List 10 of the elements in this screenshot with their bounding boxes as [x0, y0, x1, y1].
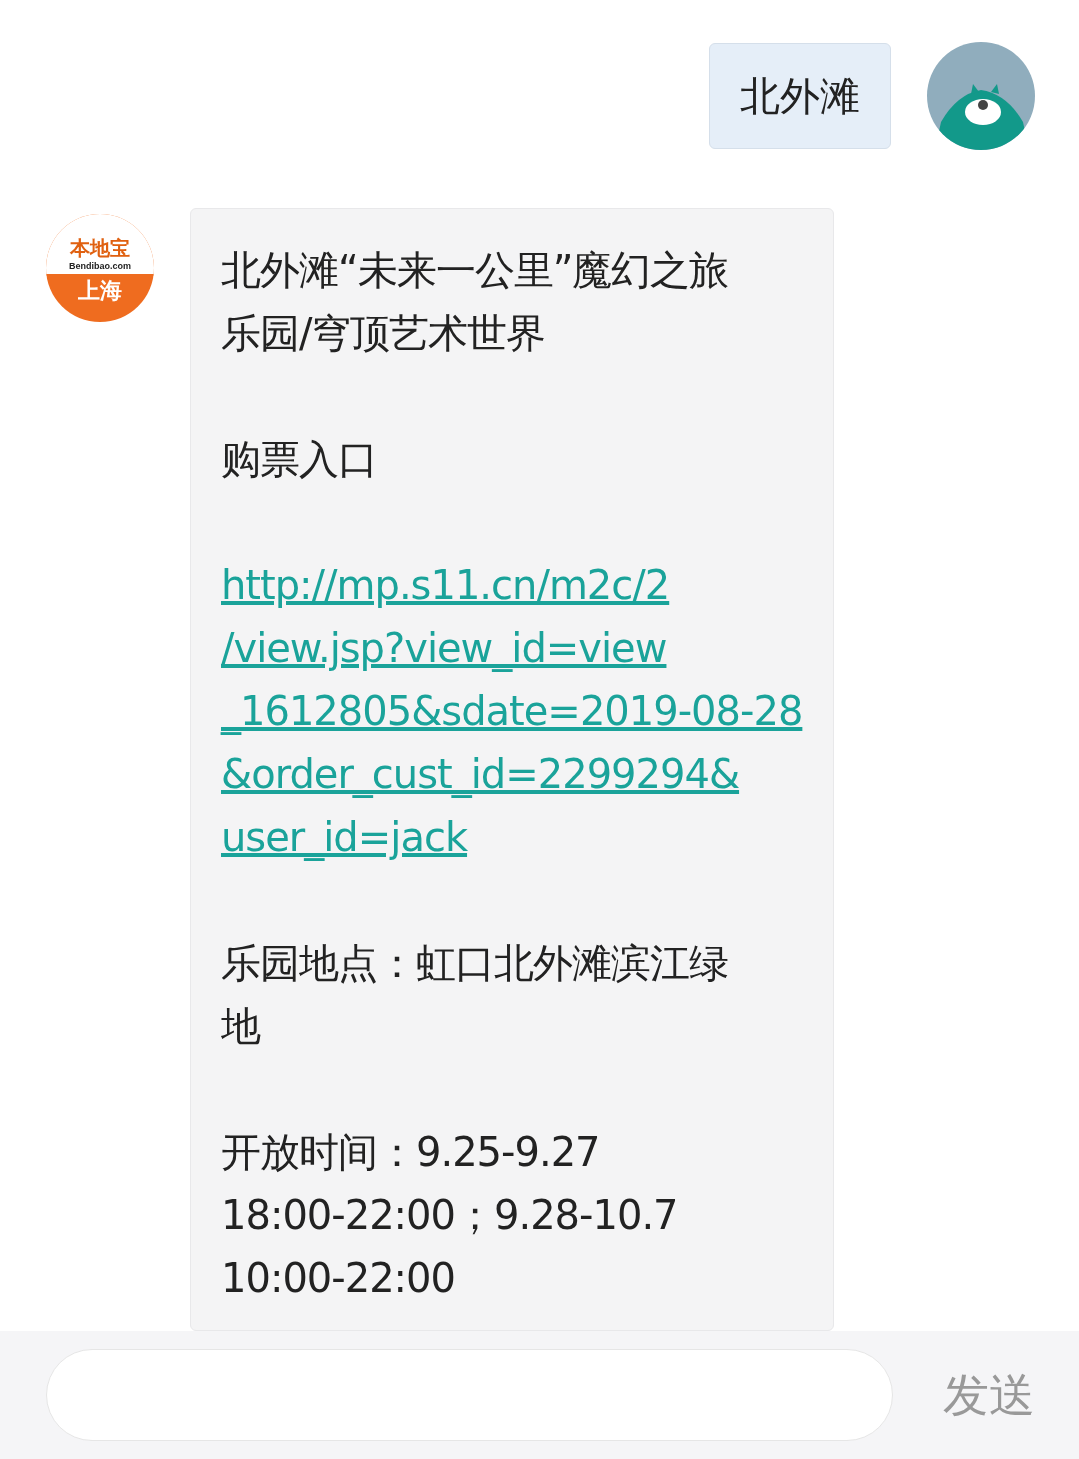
logo-text: 本地宝 — [70, 238, 130, 258]
logo-text: Bendibao.com — [69, 261, 131, 271]
message-text: 购票入口 — [221, 435, 378, 484]
link[interactable]: http://mp.s11.cn/m2c/2 /view.jsp?view_id=view _1612805&sdate=2019-08-28 &order_cust_id=2299294& user_id=jack — [221, 554, 813, 869]
message-text: 乐园地点：虹口北外滩滨江绿 地 — [221, 939, 729, 1051]
message-text: 开放时间：9.25-9.27 18:00-22:00；9.28-10.7 10:00-22:00 — [221, 1128, 679, 1303]
logo-text: 上海 — [78, 280, 122, 302]
send-button[interactable]: 发送 — [943, 1360, 1035, 1430]
message-text: 北外滩“未来一公里”魔幻之旅 乐园/穹顶艺术世界 — [221, 246, 730, 358]
message-text: 北外滩 — [740, 73, 860, 120]
